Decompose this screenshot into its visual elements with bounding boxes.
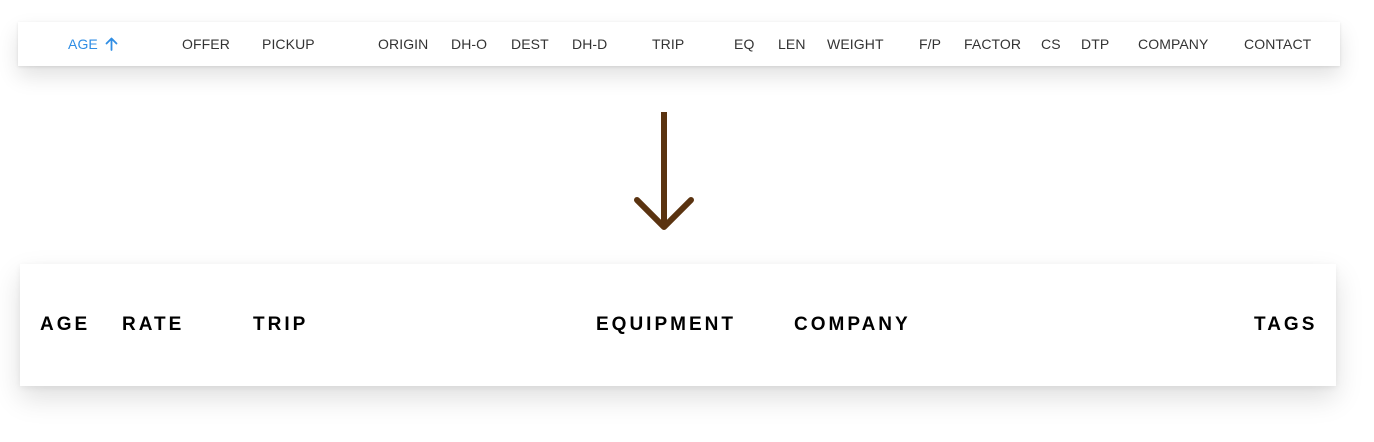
column-header-label: DH-O	[451, 36, 488, 52]
column-header-label: OFFER	[182, 36, 230, 52]
column-header-label: ORIGIN	[378, 36, 429, 52]
column-header-eq[interactable]: EQ	[734, 22, 754, 66]
column-header-company[interactable]: COMPANY	[1138, 22, 1208, 66]
column-header-dh-d[interactable]: DH-D	[572, 22, 607, 66]
column-header-label: COMPANY	[1138, 36, 1209, 52]
column-header-dh-o[interactable]: DH-O	[451, 22, 487, 66]
column-header-label: CONTACT	[1244, 36, 1312, 52]
column-header-offer[interactable]: OFFER	[182, 22, 230, 66]
column-header-cs[interactable]: CS	[1041, 22, 1061, 66]
column-header-label: F/P	[919, 36, 942, 52]
column-header-contact[interactable]: CONTACT	[1244, 22, 1311, 66]
arrow-up-icon	[105, 37, 118, 51]
column-header-equipment[interactable]: EQUIPMENT	[596, 264, 736, 386]
column-header-age[interactable]: AGE	[40, 264, 90, 386]
column-header-dtp[interactable]: DTP	[1081, 22, 1109, 66]
column-header-label: AGE	[68, 36, 98, 52]
column-header-label: EQUIPMENT	[596, 314, 736, 335]
column-header-len[interactable]: LEN	[778, 22, 806, 66]
column-header-dest[interactable]: DEST	[511, 22, 549, 66]
column-header-age[interactable]: AGE	[68, 22, 118, 66]
column-header-label: TRIP	[253, 314, 309, 335]
column-header-label: TAGS	[1254, 314, 1318, 335]
column-header-label: LEN	[778, 36, 806, 52]
column-header-label: AGE	[40, 314, 91, 335]
original-table-header: AGE OFFER PICKUP ORIGIN DH-O DEST DH-D T…	[18, 22, 1340, 66]
column-header-trip[interactable]: TRIP	[253, 264, 308, 386]
column-header-tags[interactable]: TAGS	[1254, 264, 1317, 386]
column-header-label: COMPANY	[794, 314, 911, 335]
transition-arrow	[632, 110, 696, 236]
column-header-label: FACTOR	[964, 36, 1022, 52]
column-header-weight[interactable]: WEIGHT	[827, 22, 884, 66]
column-header-f-p[interactable]: F/P	[919, 22, 941, 66]
column-header-origin[interactable]: ORIGIN	[378, 22, 428, 66]
column-header-trip[interactable]: TRIP	[652, 22, 684, 66]
column-header-label: EQ	[734, 36, 755, 52]
column-header-label: DEST	[511, 36, 549, 52]
column-header-pickup[interactable]: PICKUP	[262, 22, 315, 66]
column-header-factor[interactable]: FACTOR	[964, 22, 1021, 66]
arrow-down-icon	[634, 112, 694, 230]
column-header-label: DTP	[1081, 36, 1110, 52]
redesigned-table-header: AGE RATE TRIP EQUIPMENT COMPANY TAGS	[20, 264, 1336, 386]
column-header-label: TRIP	[652, 36, 685, 52]
column-header-label: DH-D	[572, 36, 608, 52]
column-header-label: CS	[1041, 36, 1061, 52]
column-header-rate[interactable]: RATE	[122, 264, 184, 386]
column-header-label: WEIGHT	[827, 36, 884, 52]
column-header-company[interactable]: COMPANY	[794, 264, 911, 386]
column-header-label: RATE	[122, 314, 185, 335]
column-header-label: PICKUP	[262, 36, 315, 52]
